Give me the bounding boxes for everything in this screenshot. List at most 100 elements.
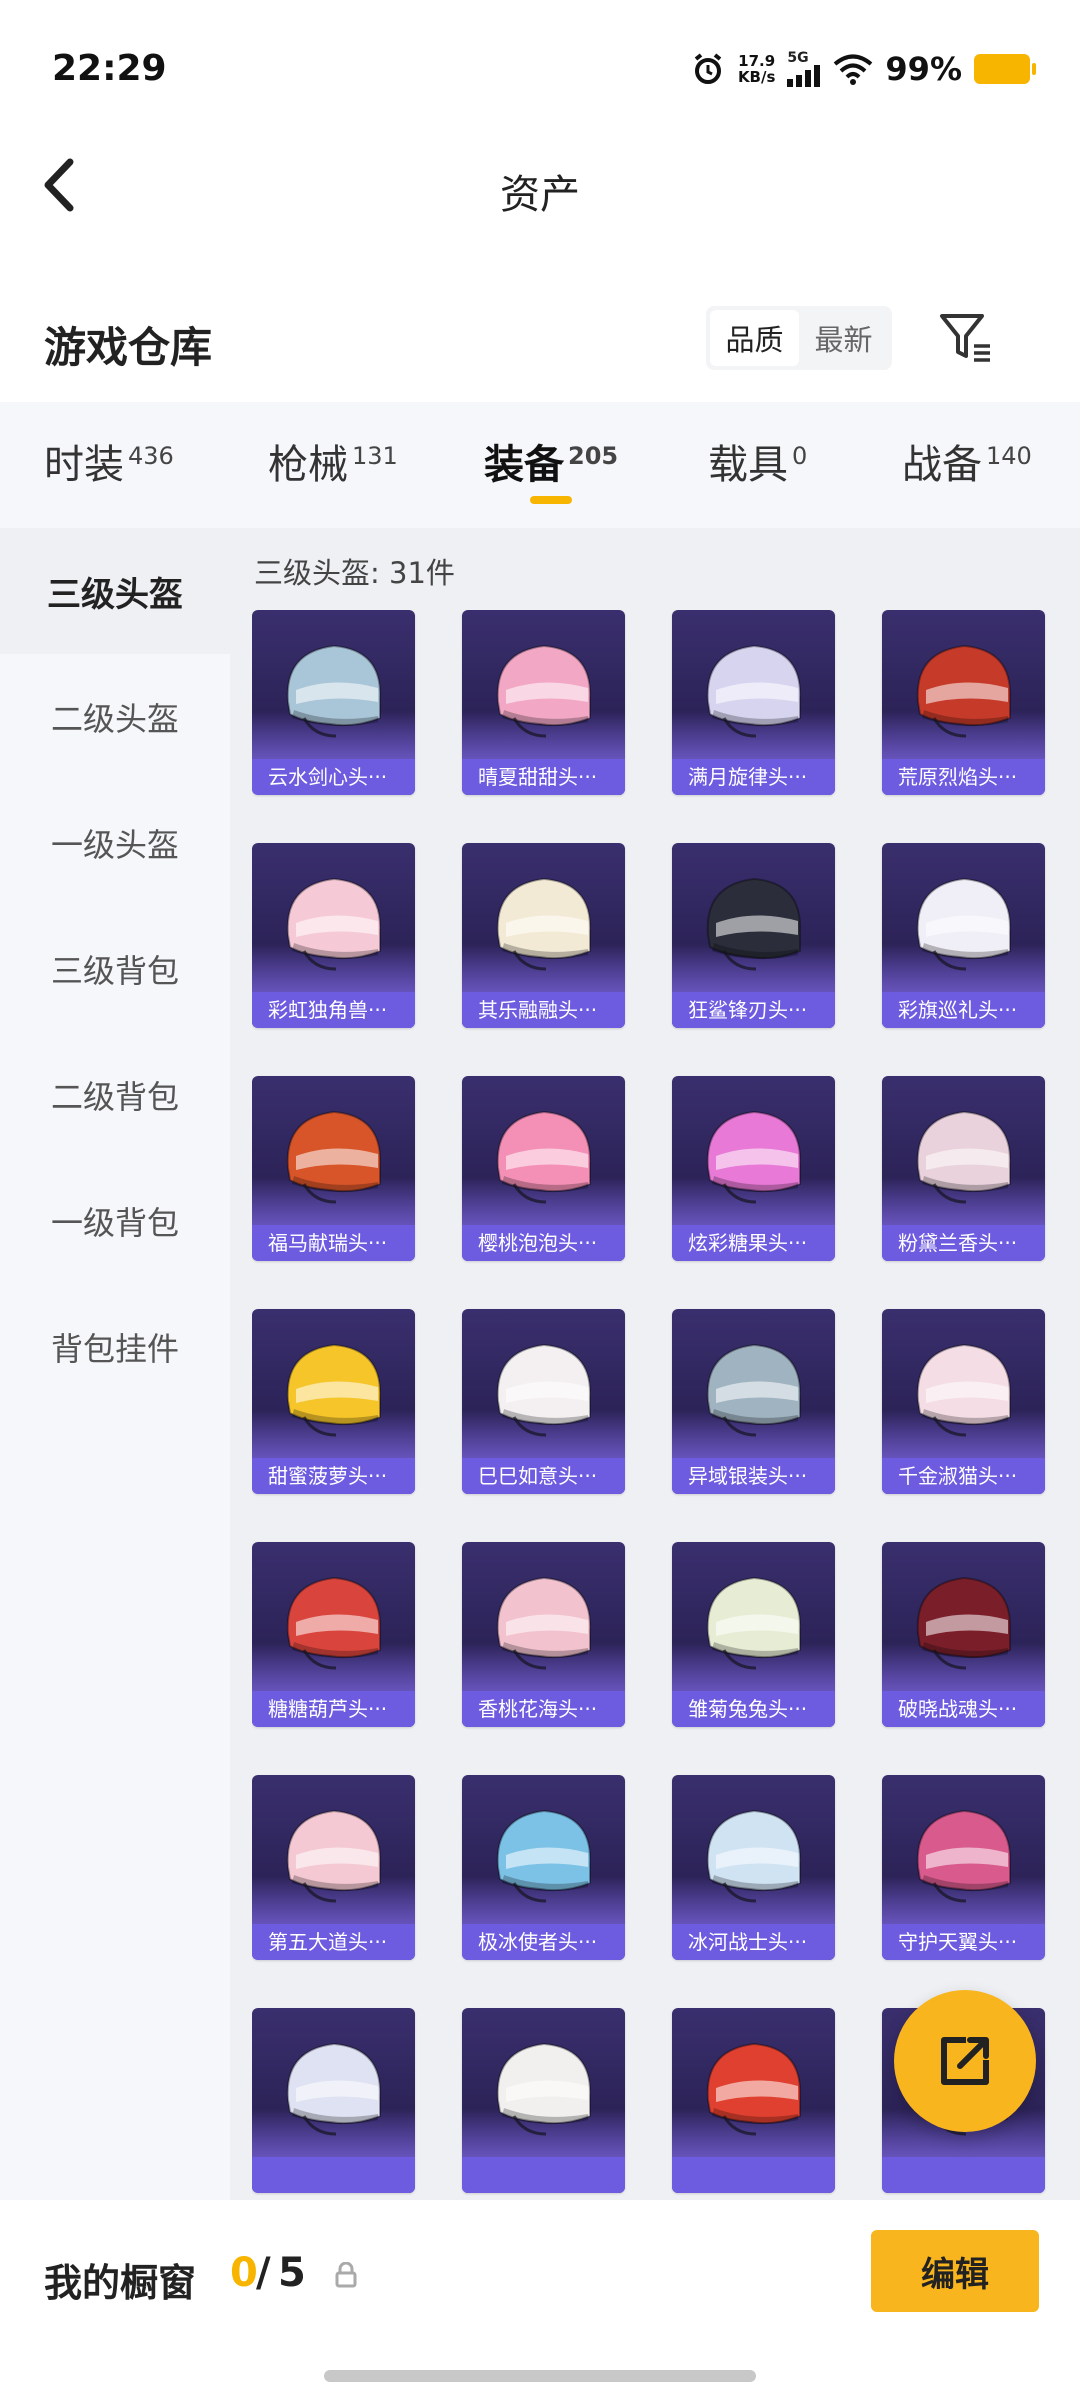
- helmet-icon: [286, 1110, 382, 1204]
- sort-quality-button[interactable]: 品质: [710, 310, 799, 366]
- tab-equipment[interactable]: 装备 205: [484, 432, 618, 490]
- helmet-item-card[interactable]: 满月旋律头···: [672, 610, 835, 795]
- sidebar-item-level1-backpack[interactable]: 一级背包: [0, 1158, 230, 1284]
- sidebar-item-level3-backpack[interactable]: 三级背包: [0, 906, 230, 1032]
- tab-supplies[interactable]: 战备 140: [902, 432, 1032, 490]
- helmet-icon: [496, 877, 592, 971]
- lock-icon: [335, 2262, 357, 2288]
- helmet-icon: [916, 1576, 1012, 1670]
- sidebar-item-backpack-charm[interactable]: 背包挂件: [0, 1284, 230, 1410]
- helmet-item-card[interactable]: 守护天翼头···: [882, 1775, 1045, 1960]
- nav-bar: 资产: [0, 140, 1080, 240]
- showcase-label: 我的橱窗: [44, 2261, 197, 2305]
- helmet-item-card[interactable]: 粉黛兰香头···: [882, 1076, 1045, 1261]
- showcase-used-count: 0: [230, 2250, 258, 2296]
- sidebar-item-level1-helmet[interactable]: 一级头盔: [0, 780, 230, 906]
- helmet-item-card[interactable]: 极冰使者头···: [462, 1775, 625, 1960]
- helmet-icon: [496, 1110, 592, 1204]
- helmet-item-name: [672, 2157, 835, 2193]
- helmet-icon: [706, 877, 802, 971]
- helmet-icon: [916, 1110, 1012, 1204]
- status-time: 22:29: [52, 48, 167, 89]
- helmet-item-card[interactable]: 福马献瑞头···: [252, 1076, 415, 1261]
- helmet-item-card[interactable]: 晴夏甜甜头···: [462, 610, 625, 795]
- helmet-item-card[interactable]: 彩旗巡礼头···: [882, 843, 1045, 1028]
- page-title: 资产: [500, 172, 580, 218]
- helmet-item-card[interactable]: 异域银装头···: [672, 1309, 835, 1494]
- helmet-item-card[interactable]: 千金淑猫头···: [882, 1309, 1045, 1494]
- sidebar-item-level2-backpack[interactable]: 二级背包: [0, 1032, 230, 1158]
- helmet-icon: [496, 2042, 592, 2136]
- helmet-icon: [706, 1809, 802, 1903]
- helmet-icon: [496, 1809, 592, 1903]
- battery-percent: 99%: [885, 50, 962, 88]
- tab-fashion[interactable]: 时装 436: [44, 432, 174, 490]
- helmet-icon: [286, 877, 382, 971]
- battery-icon: [974, 54, 1036, 84]
- sort-toggle: 品质 最新: [706, 306, 892, 370]
- sidebar-item-level2-helmet[interactable]: 二级头盔: [0, 654, 230, 780]
- helmet-item-card[interactable]: 樱桃泡泡头···: [462, 1076, 625, 1261]
- showcase-separator: /: [256, 2250, 271, 2296]
- helmet-item-card[interactable]: 香桃花海头···: [462, 1542, 625, 1727]
- signal-icon: [787, 65, 821, 87]
- helmet-item-name: [252, 2157, 415, 2193]
- helmet-item-card[interactable]: [462, 2008, 625, 2193]
- active-tab-indicator: [530, 496, 572, 504]
- helmet-item-name: 樱桃泡泡头···: [462, 1225, 625, 1261]
- helmet-item-card[interactable]: 其乐融融头···: [462, 843, 625, 1028]
- item-grid: 云水剑心头··· 晴夏甜甜头··· 满月旋律头··· 荒原烈焰头··· 彩虹独角兽···…: [252, 610, 1062, 2200]
- helmet-item-name: 巳巳如意头···: [462, 1458, 625, 1494]
- helmet-item-name: 异域银装头···: [672, 1458, 835, 1494]
- helmet-icon: [916, 1809, 1012, 1903]
- helmet-item-card[interactable]: 云水剑心头···: [252, 610, 415, 795]
- sort-newest-button[interactable]: 最新: [799, 310, 888, 366]
- helmet-icon: [286, 1343, 382, 1437]
- tab-vehicles[interactable]: 载具 0: [708, 432, 807, 490]
- helmet-item-name: 千金淑猫头···: [882, 1458, 1045, 1494]
- helmet-item-card[interactable]: 炫彩糖果头···: [672, 1076, 835, 1261]
- helmet-icon: [286, 2042, 382, 2136]
- content-area: 三级头盔 二级头盔 一级头盔 三级背包 二级背包 一级背包 背包挂件 三级头盔:…: [0, 528, 1080, 2200]
- helmet-item-card[interactable]: 第五大道头···: [252, 1775, 415, 1960]
- helmet-item-card[interactable]: 彩虹独角兽···: [252, 843, 415, 1028]
- helmet-item-name: 香桃花海头···: [462, 1691, 625, 1727]
- helmet-icon: [706, 1576, 802, 1670]
- helmet-item-name: 冰河战士头···: [672, 1924, 835, 1960]
- helmet-item-name: 甜蜜菠萝头···: [252, 1458, 415, 1494]
- sidebar-item-level3-helmet[interactable]: 三级头盔: [0, 528, 230, 654]
- helmet-item-name: 满月旋律头···: [672, 759, 835, 795]
- helmet-item-card[interactable]: 甜蜜菠萝头···: [252, 1309, 415, 1494]
- helmet-item-card[interactable]: [672, 2008, 835, 2193]
- helmet-icon: [706, 1110, 802, 1204]
- helmet-item-card[interactable]: 巳巳如意头···: [462, 1309, 625, 1494]
- helmet-item-card[interactable]: [252, 2008, 415, 2193]
- helmet-item-name: 彩虹独角兽···: [252, 992, 415, 1028]
- helmet-item-name: 第五大道头···: [252, 1924, 415, 1960]
- helmet-item-card[interactable]: 荒原烈焰头···: [882, 610, 1045, 795]
- edit-button[interactable]: 编辑: [871, 2230, 1039, 2312]
- helmet-item-name: 云水剑心头···: [252, 759, 415, 795]
- helmet-icon: [916, 877, 1012, 971]
- helmet-item-name: 极冰使者头···: [462, 1924, 625, 1960]
- helmet-item-card[interactable]: 狂鲨锋刃头···: [672, 843, 835, 1028]
- helmet-item-card[interactable]: 雏菊兔兔头···: [672, 1542, 835, 1727]
- helmet-item-name: 其乐融融头···: [462, 992, 625, 1028]
- helmet-icon: [706, 1343, 802, 1437]
- showcase-total-count: 5: [278, 2250, 306, 2296]
- helmet-item-name: [462, 2157, 625, 2193]
- helmet-icon: [496, 1576, 592, 1670]
- helmet-item-card[interactable]: 破晓战魂头···: [882, 1542, 1045, 1727]
- helmet-item-card[interactable]: 冰河战士头···: [672, 1775, 835, 1960]
- grid-title: 三级头盔: 31件: [254, 556, 455, 590]
- helmet-item-card[interactable]: 糖糖葫芦头···: [252, 1542, 415, 1727]
- signal-indicator: 5G: [787, 51, 821, 87]
- home-indicator: [324, 2370, 756, 2382]
- helmet-icon: [706, 2042, 802, 2136]
- helmet-item-name: 雏菊兔兔头···: [672, 1691, 835, 1727]
- status-icons: 17.9 KB/s 5G 99%: [690, 50, 1036, 88]
- tab-weapons[interactable]: 枪械 131: [268, 432, 398, 490]
- filter-icon[interactable]: [936, 308, 996, 368]
- helmet-item-name: 福马献瑞头···: [252, 1225, 415, 1261]
- share-fab[interactable]: [894, 1990, 1036, 2132]
